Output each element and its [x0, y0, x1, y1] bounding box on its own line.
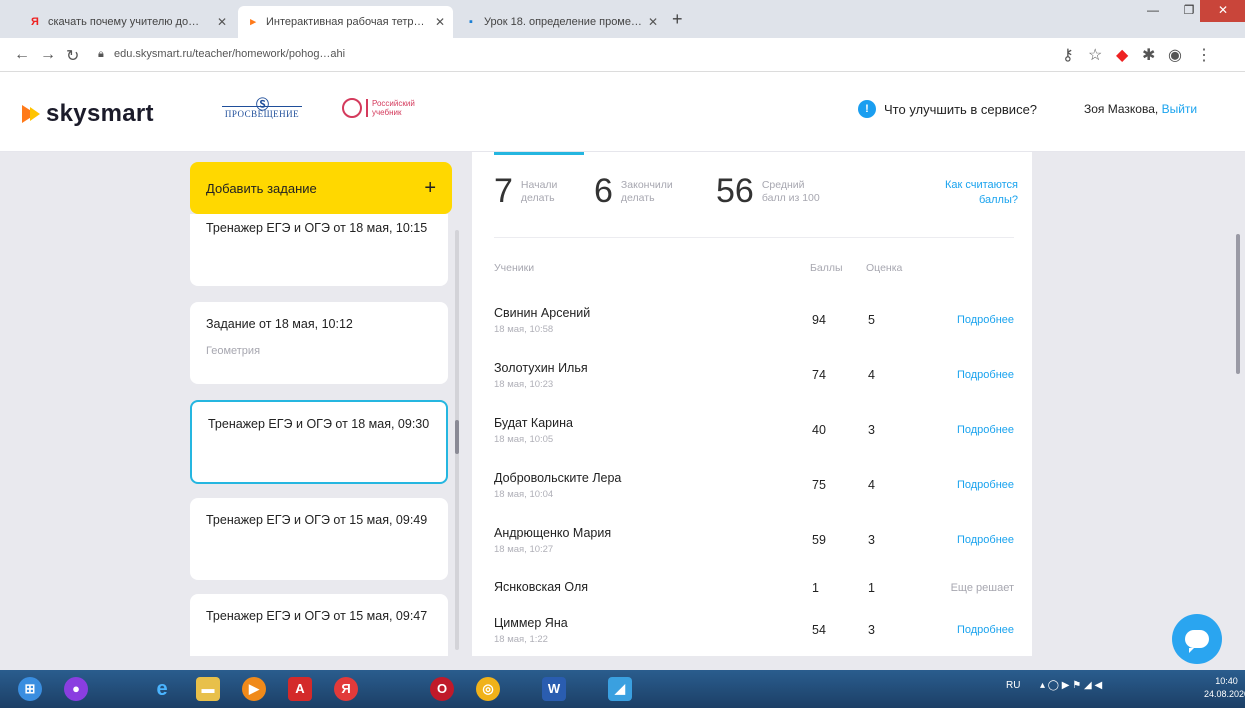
yandex-icon: Я: [31, 16, 39, 28]
windows-icon: ⊞: [18, 677, 42, 701]
start-button[interactable]: ⊞: [8, 674, 52, 704]
url-field[interactable]: edu.skysmart.ru/teacher/homework/pohog…a…: [114, 48, 345, 60]
taskbar-chrome[interactable]: ◎: [466, 674, 510, 704]
in-progress-label: Еще решает: [950, 582, 1014, 594]
plus-icon: +: [424, 176, 436, 199]
table-row: Андрющенко Мария 18 мая, 10:27 59 3 Подр…: [494, 526, 1014, 555]
close-icon[interactable]: ✕: [435, 15, 445, 29]
column-header-score: Баллы: [810, 262, 843, 274]
star-icon[interactable]: ☆: [1088, 45, 1102, 65]
task-card[interactable]: Тренажер ЕГЭ и ОГЭ от 15 мая, 09:47: [190, 594, 448, 656]
taskbar-pdf[interactable]: A: [278, 674, 322, 704]
table-row: Яснковская Оля 1 1 Еще решает: [494, 580, 1014, 595]
stat-finished: 6 Закончили делать: [594, 172, 673, 210]
browser-tab[interactable]: ▪ Урок 18. определение промеж… ✕: [456, 6, 666, 38]
media-icon: ▶: [242, 677, 266, 701]
browser-tab-active[interactable]: ▸ Интерактивная рабочая тетрад… ✕: [238, 6, 453, 38]
task-card-selected[interactable]: Тренажер ЕГЭ и ОГЭ от 18 мая, 09:30: [190, 400, 448, 484]
russian-textbook-logo: Российский учебник: [342, 98, 415, 118]
results-panel: 7 Начали делать 6 Закончили делать 56 Сред…: [472, 152, 1032, 656]
add-task-button[interactable]: Добавить задание +: [190, 162, 452, 214]
taskbar-yandex[interactable]: Я: [324, 674, 368, 704]
word-icon: W: [542, 677, 566, 701]
details-link[interactable]: Подробнее: [957, 479, 1014, 491]
taskbar-explorer[interactable]: ▬: [186, 674, 230, 704]
chat-icon: [1185, 630, 1209, 653]
reload-icon[interactable]: ↻: [66, 46, 79, 66]
site-header: skysmart Ⓢ ПРОСВЕЩЕНИЕ Российский учебни…: [0, 72, 1245, 152]
table-row: Свинин Арсений 18 мая, 10:58 94 5 Подроб…: [494, 306, 1014, 335]
tray-icons[interactable]: ▴ ◯ ▶ ⚑ ◢ ◀︎: [1040, 680, 1102, 691]
clock[interactable]: 10:40 24.08.2020: [1204, 675, 1245, 701]
page-scrollbar[interactable]: [1236, 234, 1240, 374]
app-icon: ●: [64, 677, 88, 701]
new-tab-icon[interactable]: +: [672, 9, 683, 30]
forward-icon[interactable]: →: [40, 46, 56, 64]
task-card[interactable]: Тренажер ЕГЭ и ОГЭ от 15 мая, 09:49: [190, 498, 448, 580]
user-info: Зоя Мазкова, Выйти: [1084, 102, 1198, 116]
taskbar-app[interactable]: ●: [54, 674, 98, 704]
table-row: Добровольските Лера 18 мая, 10:04 75 4 П…: [494, 471, 1014, 500]
yandex-browser-icon: Я: [334, 677, 358, 701]
task-card[interactable]: Задание от 18 мая, 10:12 Геометрия: [190, 302, 448, 384]
prosveshchenie-logo: Ⓢ ПРОСВЕЩЕНИЕ: [222, 96, 302, 119]
menu-icon[interactable]: ⋮: [1196, 45, 1212, 65]
key-icon[interactable]: ⚷: [1062, 45, 1074, 65]
close-icon[interactable]: ✕: [217, 15, 227, 29]
skysmart-icon: ▸: [250, 16, 256, 28]
page-icon: ▪: [469, 16, 473, 28]
info-icon: !: [858, 100, 876, 118]
ie-icon: e: [156, 678, 168, 700]
divider: [494, 237, 1014, 238]
how-scores-link[interactable]: Как считаются баллы?: [908, 178, 1018, 208]
app-icon: ◢: [608, 677, 632, 701]
table-row: Циммер Яна 18 мая, 1:22 54 3 Подробнее: [494, 616, 1014, 645]
column-header-student: Ученики: [494, 262, 535, 274]
chrome-icon: ◎: [476, 677, 500, 701]
improve-service-link[interactable]: ! Что улучшить в сервисе?: [858, 100, 1037, 118]
table-row: Золотухин Илья 18 мая, 10:23 74 4 Подроб…: [494, 361, 1014, 390]
chat-button[interactable]: [1172, 614, 1222, 664]
logout-link[interactable]: Выйти: [1162, 102, 1198, 116]
stat-average: 56 Средний балл из 100: [716, 172, 820, 210]
taskbar-opera[interactable]: O: [420, 674, 464, 704]
puzzle-icon[interactable]: ✱: [1142, 45, 1155, 65]
task-list: Тренажер ЕГЭ и ОГЭ от 18 мая, 10:15 Зада…: [190, 214, 452, 656]
extension-icon[interactable]: ◆: [1116, 45, 1128, 65]
emblem-icon: [342, 98, 362, 118]
sidebar-scroll-thumb[interactable]: [455, 420, 459, 454]
active-tab-indicator: [494, 152, 584, 155]
taskbar: ⊞ ● e ▬ ▶ A Я O ◎ W ◢ RU ▴ ◯ ▶ ⚑ ◢ ◀︎ 10…: [0, 670, 1245, 708]
close-window-icon[interactable]: ✕: [1200, 0, 1245, 22]
column-header-grade: Оценка: [866, 262, 903, 274]
back-icon[interactable]: ←: [14, 46, 30, 64]
folder-icon: ▬: [196, 677, 220, 701]
address-bar: ← → ↻ 🔒︎ edu.skysmart.ru/teacher/homewor…: [0, 38, 1245, 72]
taskbar-player[interactable]: ▶: [232, 674, 276, 704]
taskbar-app2[interactable]: ◢: [598, 674, 642, 704]
stat-started: 7 Начали делать: [494, 172, 558, 210]
skysmart-logo[interactable]: skysmart: [22, 100, 154, 128]
details-link[interactable]: Подробнее: [957, 314, 1014, 326]
logo-mark-icon: [30, 107, 40, 121]
taskbar-word[interactable]: W: [532, 674, 576, 704]
opera-icon: O: [430, 677, 454, 701]
details-link[interactable]: Подробнее: [957, 624, 1014, 636]
profile-icon[interactable]: ◉: [1168, 45, 1182, 65]
browser-tab[interactable]: Я скачать почему учителю до… ✕: [20, 6, 235, 38]
task-card[interactable]: Тренажер ЕГЭ и ОГЭ от 18 мая, 10:15: [190, 214, 448, 286]
taskbar-ie[interactable]: e: [140, 674, 184, 704]
prosveshchenie-emblem-icon: Ⓢ: [256, 97, 270, 112]
lock-icon: 🔒︎: [98, 48, 104, 60]
details-link[interactable]: Подробнее: [957, 534, 1014, 546]
pdf-icon: A: [288, 677, 312, 701]
details-link[interactable]: Подробнее: [957, 369, 1014, 381]
close-icon[interactable]: ✕: [648, 15, 658, 29]
table-row: Будат Карина 18 мая, 10:05 40 3 Подробне…: [494, 416, 1014, 445]
browser-tab-bar: Я скачать почему учителю до… ✕ ▸ Интерак…: [0, 0, 1245, 38]
details-link[interactable]: Подробнее: [957, 424, 1014, 436]
language-indicator[interactable]: RU: [1006, 680, 1020, 691]
